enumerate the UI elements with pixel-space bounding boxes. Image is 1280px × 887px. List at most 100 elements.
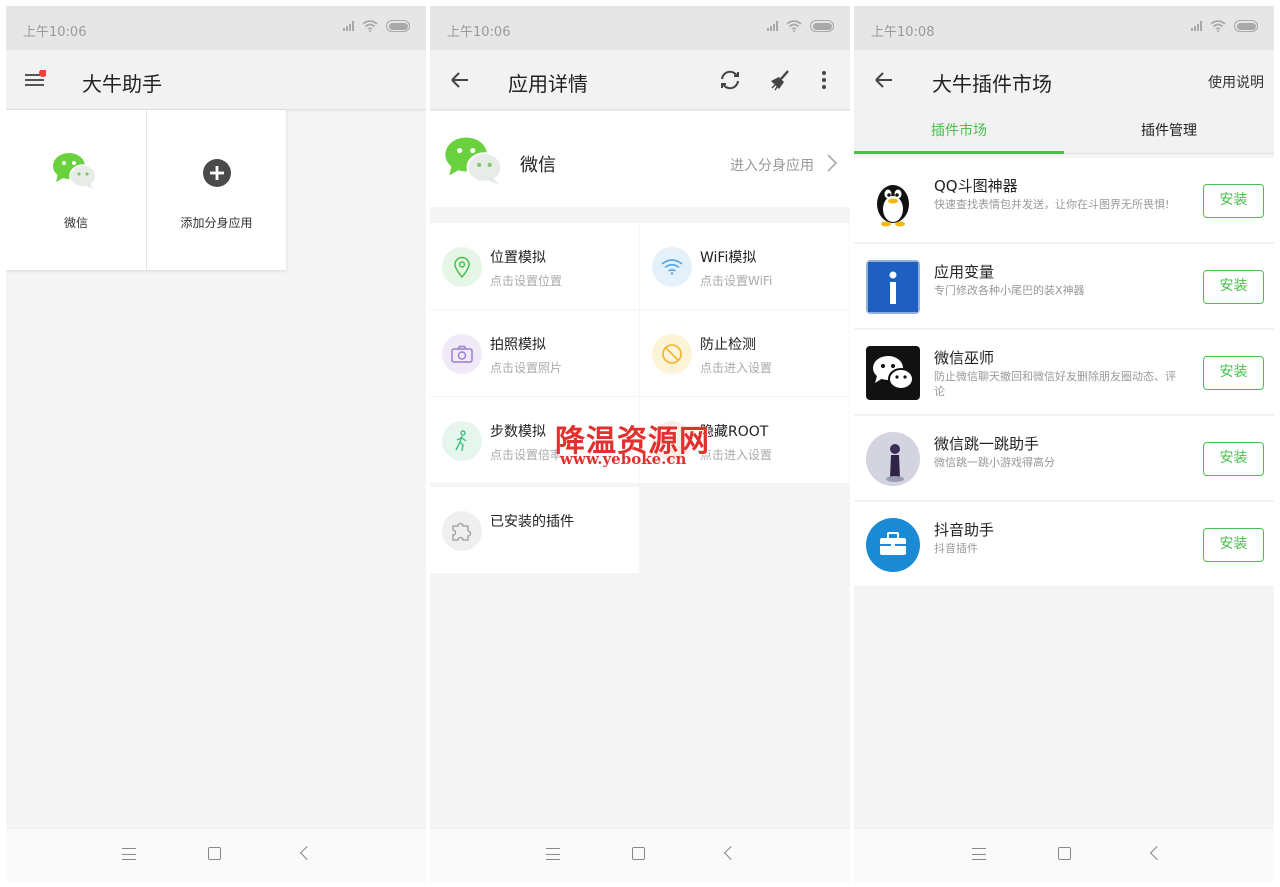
feature-title: 拍照模拟 — [490, 337, 546, 353]
more-options-button[interactable] — [821, 70, 827, 94]
home-button[interactable] — [208, 847, 221, 860]
home-button[interactable] — [1058, 847, 1071, 860]
feature-anti-detect[interactable]: 防止检测 点击进入设置 — [640, 310, 849, 396]
wifi-status-icon — [1210, 20, 1226, 32]
plugin-item[interactable]: 微信跳一跳助手 微信跳一跳小游戏得高分 安装 — [854, 416, 1274, 501]
open-clone-link[interactable]: 进入分身应用 — [730, 155, 814, 175]
feature-subtitle: 点击设置位置 — [490, 274, 563, 288]
toolbox-icon — [866, 518, 920, 572]
plugin-name: 应用变量 — [934, 263, 995, 281]
feature-installed-plugins[interactable]: 已安装的插件 — [430, 487, 639, 573]
app-name: 微信 — [520, 155, 556, 176]
plugin-name: QQ斗图神器 — [934, 177, 1018, 195]
tab-plugin-market[interactable]: 插件市场 — [854, 110, 1064, 154]
feature-subtitle: 点击设置照片 — [490, 361, 563, 375]
feature-camera[interactable]: 拍照模拟 点击设置照片 — [430, 310, 639, 396]
puzzle-icon — [442, 511, 482, 551]
tab-bar: 插件市场 插件管理 — [854, 110, 1274, 154]
back-button[interactable] — [299, 845, 315, 861]
plugin-desc: 防止微信聊天撤回和微信好友删除朋友圈动态、评论 — [934, 370, 1176, 398]
tile-label: 微信 — [63, 216, 88, 230]
back-button[interactable] — [1149, 845, 1165, 861]
install-button[interactable]: 安装 — [1203, 442, 1264, 476]
plugin-desc: 专门修改各种小尾巴的装X神器 — [934, 284, 1085, 297]
watermark-url: www.yeboke.cn — [560, 450, 687, 468]
feature-title: 已安装的插件 — [490, 514, 574, 530]
tile-wechat[interactable]: 微信 — [6, 110, 146, 270]
penguin-icon — [866, 174, 920, 228]
app-bar: 大牛助手 — [6, 50, 426, 110]
tile-add-clone[interactable]: 添加分身应用 — [146, 110, 286, 270]
feature-wifi[interactable]: WiFi模拟 点击设置WiFi — [640, 223, 849, 309]
install-button[interactable]: 安装 — [1203, 528, 1264, 562]
page-title: 大牛插件市场 — [932, 72, 1052, 96]
feature-title: 防止检测 — [700, 337, 756, 353]
status-bar: 上午10:06 — [6, 6, 426, 50]
watermark: 降温资源网 www.yeboke.cn — [555, 416, 755, 472]
tab-plugin-manage[interactable]: 插件管理 — [1064, 110, 1274, 154]
recents-button[interactable] — [122, 848, 136, 860]
app-bar: 大牛插件市场 使用说明 — [854, 50, 1274, 110]
clean-button[interactable] — [768, 68, 792, 96]
recents-button[interactable] — [546, 848, 560, 860]
plugin-item[interactable]: 抖音助手 抖音插件 安装 — [854, 502, 1274, 587]
refresh-button[interactable] — [718, 68, 742, 96]
camera-icon — [442, 334, 482, 374]
feature-title: WiFi模拟 — [700, 250, 757, 266]
status-bar: 上午10:06 — [430, 6, 850, 50]
help-link[interactable]: 使用说明 — [1208, 72, 1264, 92]
system-nav-bar — [854, 828, 1274, 882]
jump-game-icon — [866, 432, 920, 486]
screen-daniu-home: 上午10:06 大牛助手 微信 添加分身应用 — [6, 6, 426, 882]
feature-subtitle: 点击设置倍率 — [490, 448, 563, 462]
wechat-icon — [53, 153, 97, 189]
app-header-card[interactable]: 微信 进入分身应用 — [430, 111, 850, 207]
plugin-item[interactable]: 应用变量 专门修改各种小尾巴的装X神器 安装 — [854, 244, 1274, 329]
status-icons — [767, 20, 834, 32]
battery-icon — [1234, 20, 1258, 32]
install-button[interactable]: 安装 — [1203, 356, 1264, 390]
more-vert-icon — [822, 71, 826, 89]
battery-icon — [386, 20, 410, 32]
add-circle-icon — [203, 159, 231, 187]
plugin-desc: 快速查找表情包并发送，让你在斗图界无所畏惧! — [934, 198, 1170, 211]
tile-label: 添加分身应用 — [180, 216, 253, 230]
back-arrow-button[interactable] — [450, 70, 470, 94]
feature-title: 步数模拟 — [490, 424, 546, 440]
plugin-name: 微信跳一跳助手 — [934, 435, 1040, 453]
menu-button[interactable] — [24, 69, 47, 88]
feature-location[interactable]: 位置模拟 点击设置位置 — [430, 223, 639, 309]
refresh-icon — [721, 70, 739, 90]
battery-icon — [810, 20, 834, 32]
status-time: 上午10:06 — [23, 25, 87, 40]
back-arrow-icon — [451, 72, 468, 88]
plugin-item[interactable]: 微信巫师 防止微信聊天撤回和微信好友删除朋友圈动态、评论 安装 — [854, 330, 1274, 415]
wifi-icon — [652, 247, 692, 287]
install-button[interactable]: 安装 — [1203, 184, 1264, 218]
signal-icon — [1191, 21, 1202, 31]
feature-title: 位置模拟 — [490, 250, 546, 266]
back-arrow-icon — [875, 72, 892, 88]
status-icons — [1191, 20, 1258, 32]
plugin-item[interactable]: QQ斗图神器 快速查找表情包并发送，让你在斗图界无所畏惧! 安装 — [854, 158, 1274, 243]
walking-icon — [442, 421, 482, 461]
back-button[interactable] — [723, 845, 739, 861]
wifi-status-icon — [786, 20, 802, 32]
feature-subtitle: 点击设置WiFi — [700, 274, 773, 288]
install-button[interactable]: 安装 — [1203, 270, 1264, 304]
clone-app-grid: 微信 添加分身应用 — [6, 110, 286, 270]
wechat-dark-icon — [866, 346, 920, 400]
home-button[interactable] — [632, 847, 645, 860]
screen-plugin-market: 上午10:08 大牛插件市场 使用说明 插件市场 插件管理 QQ斗图神器 快速查… — [854, 6, 1274, 882]
back-arrow-button[interactable] — [874, 70, 894, 94]
wechat-icon — [445, 137, 503, 185]
broom-icon — [771, 70, 789, 91]
plugin-name: 抖音助手 — [934, 521, 995, 539]
block-icon — [652, 334, 692, 374]
wifi-status-icon — [362, 20, 378, 32]
system-nav-bar — [430, 828, 850, 882]
hamburger-icon — [25, 69, 47, 86]
recents-button[interactable] — [972, 848, 986, 860]
status-icons — [343, 20, 410, 32]
page-title: 大牛助手 — [82, 72, 162, 96]
